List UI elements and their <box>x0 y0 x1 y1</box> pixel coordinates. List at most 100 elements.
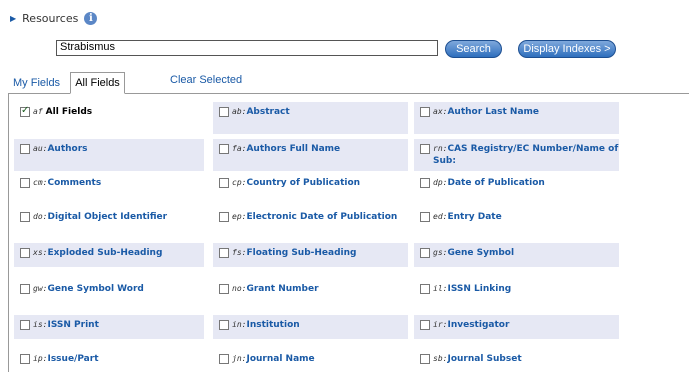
field-label[interactable]: Electronic Date of Publication <box>246 212 397 222</box>
field-option[interactable]: sb:Journal Subset <box>414 349 619 373</box>
field-checkbox[interactable] <box>420 212 430 222</box>
field-label[interactable]: Country of Publication <box>246 178 360 188</box>
resources-label: Resources <box>22 11 79 25</box>
field-code: ir <box>433 320 443 329</box>
expand-triangle-icon[interactable]: ▶ <box>10 14 16 23</box>
field-checkbox[interactable] <box>420 354 430 364</box>
field-checkbox[interactable] <box>20 105 30 117</box>
field-label[interactable]: Journal Name <box>246 354 314 364</box>
field-option[interactable]: cm:Comments <box>14 173 204 197</box>
search-input[interactable]: Strabismus <box>56 40 438 56</box>
field-code: ep <box>232 212 242 221</box>
field-code: cp <box>232 178 242 187</box>
field-label[interactable]: Investigator <box>447 320 509 330</box>
field-code: ab <box>232 107 242 116</box>
field-label[interactable]: Journal Subset <box>447 354 521 364</box>
field-code: fa <box>232 144 242 153</box>
field-label[interactable]: Floating Sub-Heading <box>246 248 356 258</box>
field-checkbox[interactable] <box>20 284 30 294</box>
field-code: gs <box>433 248 443 257</box>
field-option[interactable]: ir:Investigator <box>414 315 619 339</box>
field-checkbox[interactable] <box>219 284 229 294</box>
field-label[interactable]: Entry Date <box>447 212 501 222</box>
field-label[interactable]: Author Last Name <box>447 107 539 117</box>
field-option[interactable]: il:ISSN Linking <box>414 279 619 303</box>
panel-border <box>8 93 9 372</box>
field-checkbox[interactable] <box>20 144 30 154</box>
field-checkbox[interactable] <box>20 354 30 364</box>
field-label[interactable]: Authors <box>47 144 87 154</box>
field-label[interactable]: ISSN Print <box>47 320 98 330</box>
field-code: il <box>433 284 443 293</box>
field-checkbox[interactable] <box>20 248 30 258</box>
field-label[interactable]: ISSN Linking <box>447 284 511 294</box>
field-option[interactable]: no:Grant Number <box>213 279 408 303</box>
field-checkbox[interactable] <box>20 178 30 188</box>
field-label[interactable]: Exploded Sub-Heading <box>47 248 162 258</box>
field-option[interactable]: ep:Electronic Date of Publication <box>213 207 408 231</box>
field-label[interactable]: Authors Full Name <box>246 144 340 154</box>
field-label[interactable]: CAS Registry/EC Number/Name of Sub: <box>433 144 618 166</box>
field-option[interactable]: ab:Abstract <box>213 102 408 134</box>
field-code: ed <box>433 212 443 221</box>
info-icon[interactable]: i <box>84 11 98 25</box>
field-code: au <box>33 144 43 153</box>
field-code: do <box>33 212 43 221</box>
field-option[interactable]: ed:Entry Date <box>414 207 619 231</box>
field-checkbox[interactable] <box>219 178 229 188</box>
field-option[interactable]: dp:Date of Publication <box>414 173 619 197</box>
field-code: in <box>232 320 242 329</box>
field-label[interactable]: Issue/Part <box>47 354 98 364</box>
field-label[interactable]: Gene Symbol Word <box>47 284 143 294</box>
field-label[interactable]: Comments <box>47 178 101 188</box>
field-label[interactable]: Abstract <box>246 107 289 117</box>
field-code: is <box>33 320 43 329</box>
field-code: xs <box>33 248 43 257</box>
field-option[interactable]: ip:Issue/Part <box>14 349 204 373</box>
field-option[interactable]: fa:Authors Full Name <box>213 139 408 171</box>
search-button[interactable]: Search <box>445 40 502 58</box>
field-option[interactable]: fs:Floating Sub-Heading <box>213 243 408 267</box>
field-code: rn <box>433 144 443 153</box>
field-checkbox[interactable] <box>420 248 430 258</box>
field-code: ax <box>433 107 443 116</box>
field-option[interactable]: afAll Fields <box>14 102 204 134</box>
field-label[interactable]: Grant Number <box>246 284 318 294</box>
field-checkbox[interactable] <box>219 212 229 222</box>
field-checkbox[interactable] <box>20 320 30 330</box>
field-code: no <box>232 284 242 293</box>
field-label[interactable]: Digital Object Identifier <box>47 212 167 222</box>
display-indexes-button[interactable]: Display Indexes > <box>518 40 616 58</box>
field-option[interactable]: au:Authors <box>14 139 204 171</box>
field-option[interactable]: gs:Gene Symbol <box>414 243 619 267</box>
field-label[interactable]: All Fields <box>46 107 93 117</box>
field-label[interactable]: Date of Publication <box>447 178 544 188</box>
field-checkbox[interactable] <box>219 354 229 364</box>
field-option[interactable]: jn:Journal Name <box>213 349 408 373</box>
field-checkbox[interactable] <box>420 107 430 117</box>
field-code: jn <box>232 354 242 363</box>
field-checkbox[interactable] <box>219 107 229 117</box>
field-option[interactable]: is:ISSN Print <box>14 315 204 339</box>
field-checkbox[interactable] <box>219 248 229 258</box>
field-option[interactable]: rn:CAS Registry/EC Number/Name of Sub: <box>414 139 619 171</box>
field-checkbox[interactable] <box>420 178 430 188</box>
field-label[interactable]: Institution <box>246 320 299 330</box>
field-checkbox[interactable] <box>420 320 430 330</box>
field-option[interactable]: in:Institution <box>213 315 408 339</box>
field-option[interactable]: cp:Country of Publication <box>213 173 408 197</box>
tab-all-fields[interactable]: All Fields <box>70 72 125 94</box>
field-option[interactable]: gw:Gene Symbol Word <box>14 279 204 303</box>
field-option[interactable]: xs:Exploded Sub-Heading <box>14 243 204 267</box>
field-checkbox[interactable] <box>420 144 430 154</box>
field-option[interactable]: ax:Author Last Name <box>414 102 619 134</box>
field-checkbox[interactable] <box>219 320 229 330</box>
field-checkbox[interactable] <box>420 284 430 294</box>
tab-my-fields[interactable]: My Fields <box>8 72 68 93</box>
field-checkbox[interactable] <box>20 212 30 222</box>
field-option[interactable]: do:Digital Object Identifier <box>14 207 204 231</box>
clear-selected-link[interactable]: Clear Selected <box>170 74 242 86</box>
field-label[interactable]: Gene Symbol <box>447 248 514 258</box>
resources-toggle[interactable]: ▶ Resources i <box>10 10 98 26</box>
field-checkbox[interactable] <box>219 144 229 154</box>
